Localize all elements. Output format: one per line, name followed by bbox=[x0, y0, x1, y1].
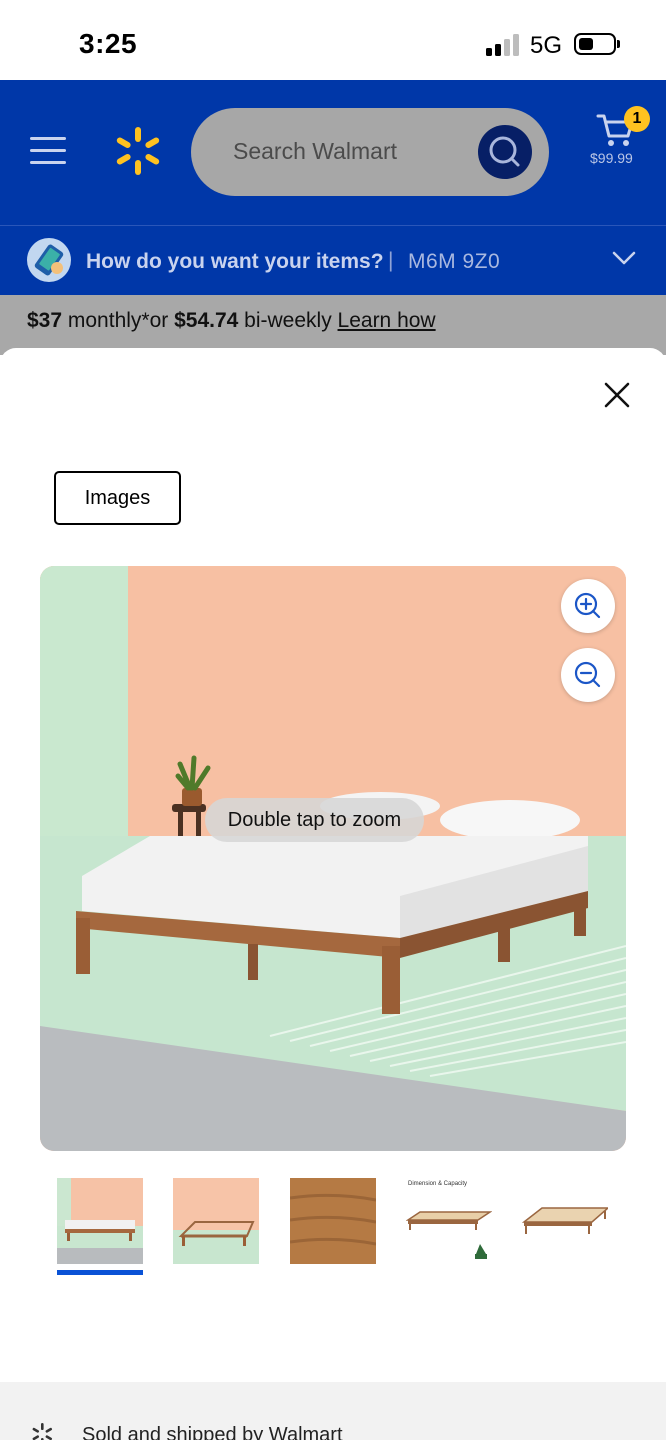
search-input[interactable]: Search Walmart bbox=[191, 108, 549, 196]
bed-frame-image bbox=[40, 566, 626, 1151]
status-bar: 3:25 5G bbox=[0, 0, 666, 80]
menu-icon[interactable] bbox=[30, 137, 66, 165]
thumbnail-wood-texture[interactable] bbox=[290, 1178, 376, 1264]
delivery-selector[interactable]: How do you want your items? | M6M 9Z0 bbox=[0, 225, 666, 295]
learn-how-link[interactable]: Learn how bbox=[338, 309, 436, 332]
thumbnail-bed-room[interactable] bbox=[57, 1178, 143, 1264]
main-product-image[interactable]: Double tap to zoom bbox=[40, 566, 626, 1151]
zoom-out-icon bbox=[574, 661, 601, 688]
site-header: Search Walmart 1 $99.99 bbox=[0, 80, 666, 225]
seller-text: Sold and shipped by Walmart bbox=[82, 1424, 343, 1440]
zoom-out-button[interactable] bbox=[561, 648, 615, 702]
tab-images[interactable]: Images bbox=[54, 471, 181, 525]
search-icon bbox=[489, 136, 520, 167]
cart-total: $99.99 bbox=[590, 150, 633, 166]
thumbnail-dimensions[interactable]: Dimension & Capacity bbox=[406, 1178, 492, 1264]
zoom-in-button[interactable] bbox=[561, 579, 615, 633]
status-time: 3:25 bbox=[79, 28, 138, 59]
search-placeholder: Search Walmart bbox=[233, 138, 398, 164]
close-icon[interactable] bbox=[600, 378, 634, 412]
seller-info: Sold and shipped by Walmart bbox=[0, 1382, 666, 1440]
selected-thumbnail-indicator bbox=[57, 1270, 143, 1275]
postal-code: M6M 9Z0 bbox=[408, 250, 501, 273]
walmart-spark-logo[interactable] bbox=[113, 126, 163, 176]
cart-button[interactable]: 1 $99.99 bbox=[590, 106, 650, 176]
thumbnail-strip: Dimension & Capacity bbox=[0, 1178, 666, 1278]
network-label: 5G bbox=[530, 32, 563, 59]
financing-banner: $37 monthly*or $54.74 bi-weekly Learn ho… bbox=[0, 295, 666, 355]
zoom-in-icon bbox=[574, 592, 601, 619]
delivery-separator: | bbox=[388, 249, 394, 272]
delivery-question: How do you want your items? bbox=[86, 250, 384, 273]
biweekly-amount: $54.74 bbox=[174, 309, 239, 332]
walmart-spark-icon bbox=[32, 1423, 53, 1440]
chevron-down-icon[interactable] bbox=[612, 250, 636, 266]
delivery-icon bbox=[27, 238, 71, 282]
financing-text: $37 monthly*or $54.74 bi-weekly Learn ho… bbox=[27, 309, 436, 333]
monthly-amount: $37 bbox=[27, 309, 63, 332]
monthly-label: monthly*or bbox=[62, 309, 175, 332]
battery-tip bbox=[617, 40, 620, 48]
thumbnail-frame-angle[interactable] bbox=[522, 1178, 608, 1264]
biweekly-label: bi-weekly bbox=[238, 309, 338, 332]
thumbnail-frame[interactable] bbox=[173, 1178, 259, 1264]
search-button[interactable] bbox=[478, 125, 532, 179]
cart-count-badge: 1 bbox=[624, 106, 650, 132]
battery-icon bbox=[574, 33, 616, 55]
signal-icon bbox=[486, 34, 520, 56]
zoom-hint: Double tap to zoom bbox=[205, 798, 424, 842]
thumbnail-dimensions-caption: Dimension & Capacity bbox=[408, 1181, 467, 1187]
image-viewer-modal: Images Double tap to zoom Dimension & Ca… bbox=[0, 348, 666, 1440]
